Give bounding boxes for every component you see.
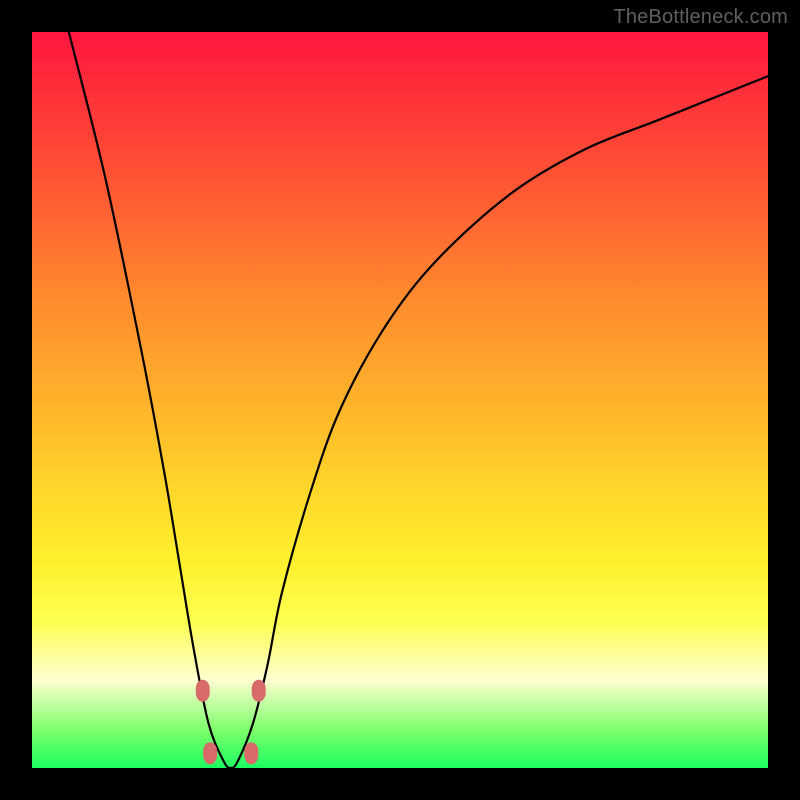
- watermark-text: TheBottleneck.com: [613, 6, 788, 29]
- bottleneck-curve: [32, 32, 768, 768]
- curve-marker: [203, 742, 217, 764]
- plot-area: [32, 32, 768, 768]
- curve-marker: [196, 680, 210, 702]
- curve-markers: [196, 680, 266, 765]
- curve-marker: [252, 680, 266, 702]
- curve-marker: [244, 742, 258, 764]
- chart-frame: TheBottleneck.com: [0, 0, 800, 800]
